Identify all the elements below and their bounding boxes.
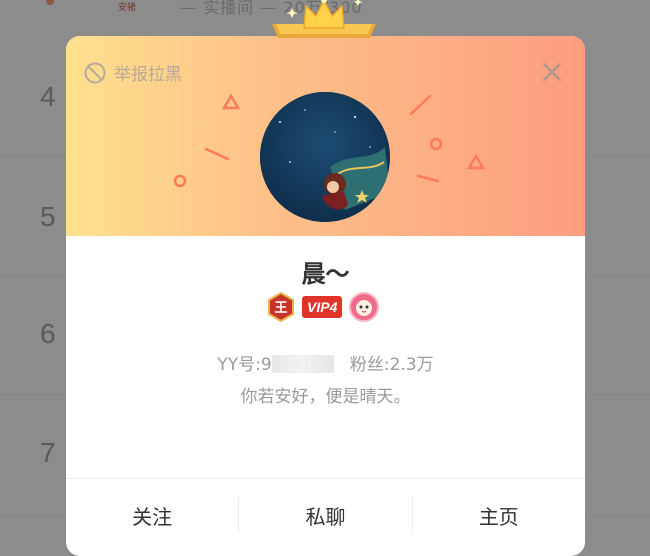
report-block-label: 举报拉黑 [114, 65, 182, 85]
fans-label: 粉丝: [349, 355, 390, 375]
close-icon[interactable] [542, 62, 562, 82]
crown-icon [272, 0, 376, 38]
private-chat-button[interactable]: 私聊 [239, 479, 411, 556]
rank-number: 4 [40, 81, 56, 112]
rank-number: 7 [40, 437, 56, 468]
profile-card-dialog: 举报拉黑 晨～ 王 VIP4 YY号:9 粉丝:2.3万 你若安好，便是晴天。 … [66, 36, 585, 556]
yy-id-blurred [271, 355, 334, 373]
avatar[interactable] [260, 92, 390, 222]
background-tiny-text: 安猪 [118, 3, 137, 13]
rank-number: 5 [40, 201, 56, 232]
follow-button[interactable]: 关注 [66, 479, 238, 556]
background-icon [46, 0, 54, 5]
homepage-button[interactable]: 主页 [413, 479, 585, 556]
user-signature: 你若安好，便是晴天。 [240, 387, 411, 407]
king-badge-text: 王 [274, 301, 287, 316]
action-bar: 关注 私聊 主页 [66, 478, 585, 556]
block-icon [84, 62, 106, 83]
badge-row: 王 VIP4 [266, 292, 380, 322]
cat-badge-icon [349, 292, 380, 322]
profile-header: 举报拉黑 [66, 36, 585, 236]
yy-id-label: YY号: [217, 355, 261, 375]
king-badge-icon: 王 [268, 292, 294, 322]
user-stats: YY号:9 粉丝:2.3万 [66, 352, 585, 378]
avatar-image [260, 92, 390, 222]
vip-badge-icon: VIP4 [302, 296, 343, 318]
rank-number: 6 [40, 318, 56, 349]
user-name: 晨～ [301, 260, 350, 288]
report-block-button[interactable]: 举报拉黑 [84, 60, 182, 85]
yy-id-value: 9 [260, 355, 272, 375]
fans-count: 2.3万 [389, 355, 434, 375]
